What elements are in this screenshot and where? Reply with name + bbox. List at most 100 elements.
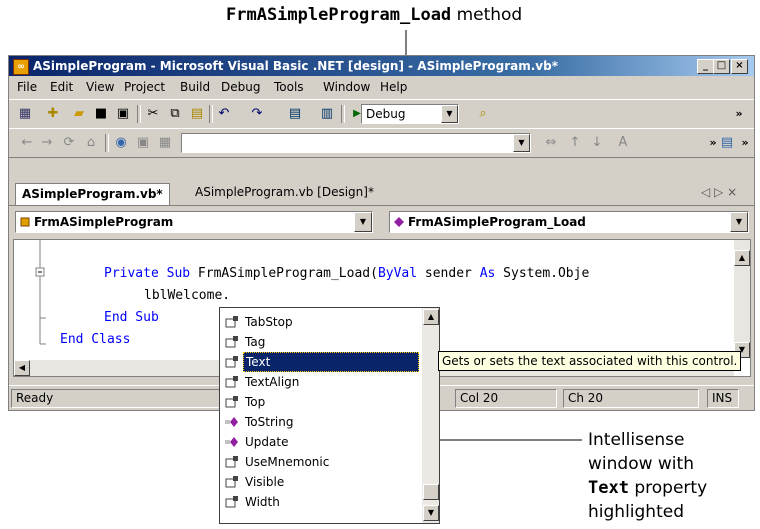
- list-item[interactable]: TextAlign: [222, 372, 418, 392]
- method-icon: [394, 217, 404, 227]
- toolbar-separator: [137, 105, 141, 123]
- menu-bar: File Edit View Project Build Debug Tools…: [9, 76, 754, 98]
- toolbar-overflow-icon[interactable]: »: [731, 106, 747, 122]
- menu-edit[interactable]: Edit: [50, 80, 73, 94]
- sync-toc-icon[interactable]: ⇔: [543, 135, 559, 151]
- open-file-icon[interactable]: ▰: [71, 106, 87, 122]
- intellisense-scrollbar[interactable]: ▲ ▼: [422, 308, 439, 523]
- menu-debug[interactable]: Debug: [221, 80, 260, 94]
- nav-back-icon[interactable]: ▤: [287, 106, 303, 122]
- menu-file[interactable]: File: [17, 80, 37, 94]
- method-icon: [225, 417, 238, 427]
- standard-toolbar: ▦ ✚ ▰ ■ ▣ ✂ ⧉ ▤ ↶ ↷ ▤ ▥ ▶ Debug ▼ ⌕ »: [9, 99, 754, 129]
- toolbar-separator: [341, 105, 345, 123]
- maximize-button[interactable]: □: [713, 59, 730, 74]
- favorites-icon[interactable]: ▣: [135, 135, 151, 151]
- save-all-icon[interactable]: ▣: [115, 106, 131, 122]
- intellisense-tooltip: Gets or sets the text associated with th…: [438, 351, 742, 371]
- chevron-down-icon[interactable]: ▼: [441, 105, 458, 123]
- find-icon[interactable]: ⌕: [475, 106, 491, 122]
- scroll-down-icon[interactable]: ▼: [423, 505, 439, 521]
- web-toolbar: ← → ⟳ ⌂ ◉ ▣ ▦ ▼ ⇔ ↑ ↓ A » ▤ »: [9, 128, 754, 158]
- property-icon: [225, 336, 238, 348]
- status-col: Col 20: [455, 389, 557, 408]
- vb-app-icon: ∞: [13, 59, 29, 75]
- menu-tools[interactable]: Tools: [274, 80, 304, 94]
- close-button[interactable]: ×: [731, 59, 748, 74]
- chevron-down-icon[interactable]: ▼: [354, 212, 372, 232]
- previous-topic-icon[interactable]: ↑: [567, 135, 583, 151]
- cut-icon[interactable]: ✂: [145, 106, 161, 122]
- new-project-icon[interactable]: ▦: [17, 106, 33, 122]
- menu-help[interactable]: Help: [380, 80, 407, 94]
- menu-window[interactable]: Window: [323, 80, 370, 94]
- url-input[interactable]: ▼: [181, 133, 531, 153]
- minimize-button[interactable]: _: [697, 59, 714, 74]
- tab-code[interactable]: ASimpleProgram.vb*: [15, 183, 170, 205]
- windows-icon[interactable]: ▥: [319, 106, 335, 122]
- home-icon[interactable]: ⌂: [83, 135, 99, 151]
- list-item[interactable]: Tag: [222, 332, 418, 352]
- window-title: ASimpleProgram - Microsoft Visual Basic …: [33, 59, 558, 73]
- history-icon[interactable]: ▦: [157, 135, 173, 151]
- list-item[interactable]: Visible: [222, 472, 418, 492]
- editor-vertical-scrollbar[interactable]: ▲ ▼: [734, 240, 750, 358]
- bottom-annotation-line2: window with: [588, 454, 694, 474]
- list-item[interactable]: Top: [222, 392, 418, 412]
- scroll-thumb[interactable]: [423, 484, 439, 500]
- toolbar-overflow-icon[interactable]: »: [737, 135, 753, 151]
- menu-build[interactable]: Build: [180, 80, 210, 94]
- status-mode: INS: [707, 389, 739, 408]
- redo-icon[interactable]: ↷: [249, 106, 265, 122]
- next-topic-icon[interactable]: ↓: [589, 135, 605, 151]
- code-line-end-class: End Class: [60, 332, 131, 347]
- list-item[interactable]: ToString: [222, 412, 418, 432]
- chevron-down-icon[interactable]: ▼: [730, 212, 748, 232]
- undo-icon[interactable]: ↶: [216, 106, 232, 122]
- title-bar: ∞ ASimpleProgram - Microsoft Visual Basi…: [9, 56, 754, 76]
- list-item-selected[interactable]: Text: [222, 352, 419, 372]
- scroll-up-icon[interactable]: ▲: [734, 250, 750, 266]
- property-icon: [225, 356, 238, 368]
- back-icon[interactable]: ←: [19, 135, 35, 151]
- solution-config-value: Debug: [366, 107, 406, 121]
- menu-project[interactable]: Project: [124, 80, 165, 94]
- forward-icon[interactable]: →: [39, 135, 55, 151]
- class-icon: [20, 217, 30, 227]
- class-select[interactable]: FrmASimpleProgram ▼: [15, 211, 373, 233]
- font-size-icon[interactable]: A: [615, 135, 631, 151]
- menu-view[interactable]: View: [86, 80, 114, 94]
- list-item[interactable]: Update: [222, 432, 418, 452]
- bottom-annotation-line3: Text property: [588, 478, 708, 498]
- method-select[interactable]: FrmASimpleProgram_Load ▼: [389, 211, 749, 233]
- code-line-sub: Private Sub FrmASimpleProgram_Load(ByVal…: [104, 266, 590, 281]
- property-icon: [225, 316, 238, 328]
- copy-icon[interactable]: ⧉: [167, 106, 183, 122]
- paste-icon[interactable]: ▤: [189, 106, 205, 122]
- add-item-icon[interactable]: ✚: [45, 106, 61, 122]
- intellisense-list[interactable]: TabStop Tag Text TextAlign Top ToString …: [219, 307, 440, 524]
- list-item[interactable]: UseMnemonic: [222, 452, 418, 472]
- bottom-annotation-line4: highlighted: [588, 502, 684, 522]
- method-select-value: FrmASimpleProgram_Load: [408, 215, 586, 229]
- bottom-annotation: Intellisense window with Text property h…: [588, 428, 707, 524]
- list-item[interactable]: TabStop: [222, 312, 418, 332]
- chevron-down-icon[interactable]: ▼: [513, 134, 530, 152]
- tab-design[interactable]: ASimpleProgram.vb [Design]*: [195, 185, 374, 199]
- property-icon: [225, 476, 238, 488]
- scroll-left-icon[interactable]: ◀: [14, 360, 30, 376]
- property-icon: [225, 456, 238, 468]
- list-item[interactable]: Width: [222, 492, 418, 512]
- status-ch: Ch 20: [563, 389, 699, 408]
- tab-nav-controls[interactable]: ◁ ▷ ×: [701, 185, 737, 199]
- code-line-lblwelcome: lblWelcome.: [144, 288, 231, 303]
- document-tabs: ASimpleProgram.vb* ASimpleProgram.vb [De…: [9, 181, 754, 206]
- scroll-up-icon[interactable]: ▲: [423, 309, 439, 325]
- method-icon: [225, 437, 238, 447]
- property-icon: [225, 396, 238, 408]
- window-icon[interactable]: ▤: [719, 135, 735, 151]
- search-web-icon[interactable]: ◉: [113, 135, 129, 151]
- solution-config-select[interactable]: Debug ▼: [361, 104, 459, 124]
- save-icon[interactable]: ■: [93, 106, 109, 122]
- refresh-icon[interactable]: ⟳: [61, 135, 77, 151]
